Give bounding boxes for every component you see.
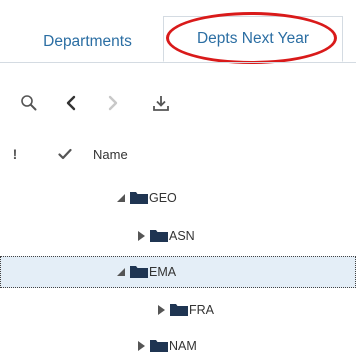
tree-node-asn[interactable]: ASN <box>136 220 195 252</box>
back-button[interactable] <box>58 90 84 116</box>
forward-button[interactable] <box>100 90 126 116</box>
folder-icon <box>150 339 168 353</box>
tab-divider <box>0 62 356 63</box>
name-column-header[interactable]: Name <box>93 144 128 164</box>
flag-column-header[interactable]: ! <box>8 144 22 164</box>
chevron-right-icon <box>108 95 118 111</box>
collapsed-triangle-icon[interactable] <box>136 341 146 351</box>
tree-node-geo[interactable]: GEO <box>116 182 177 214</box>
folder-icon <box>130 265 148 279</box>
export-icon <box>153 96 169 111</box>
folder-icon <box>170 303 188 317</box>
tree-node-ema[interactable]: EMA <box>116 256 176 288</box>
tree-row-geo[interactable]: GEO <box>0 182 356 214</box>
collapsed-triangle-icon[interactable] <box>156 305 166 315</box>
search-button[interactable] <box>16 90 42 116</box>
expanded-triangle-icon[interactable] <box>116 193 126 203</box>
expanded-triangle-icon[interactable] <box>116 267 126 277</box>
folder-icon <box>130 191 148 205</box>
tree-row-fra[interactable]: FRA <box>0 294 356 326</box>
check-column-header[interactable] <box>56 144 74 164</box>
tree-node-label: FRA <box>189 303 214 317</box>
tree-row-nam[interactable]: NAM <box>0 330 356 362</box>
tab-departments[interactable]: Departments <box>20 22 155 62</box>
tree-row-ema[interactable]: EMA <box>0 256 356 288</box>
tree-node-label: ASN <box>169 229 195 243</box>
toolbar <box>0 88 356 118</box>
grid-header: ! Name <box>0 140 356 170</box>
export-button[interactable] <box>148 90 174 116</box>
folder-icon <box>150 229 168 243</box>
tab-bar: Departments Depts Next Year <box>0 0 356 66</box>
tab-depts-next-year[interactable]: Depts Next Year <box>163 16 343 62</box>
tree-node-fra[interactable]: FRA <box>156 294 214 326</box>
tree-row-asn[interactable]: ASN <box>0 220 356 252</box>
tree-node-label: GEO <box>149 191 177 205</box>
checkmark-icon <box>58 148 72 160</box>
tree-node-nam[interactable]: NAM <box>136 330 197 362</box>
search-icon <box>21 95 37 111</box>
chevron-left-icon <box>66 95 76 111</box>
tree-node-label: NAM <box>169 339 197 353</box>
tree-node-label: EMA <box>149 265 177 279</box>
collapsed-triangle-icon[interactable] <box>136 231 146 241</box>
